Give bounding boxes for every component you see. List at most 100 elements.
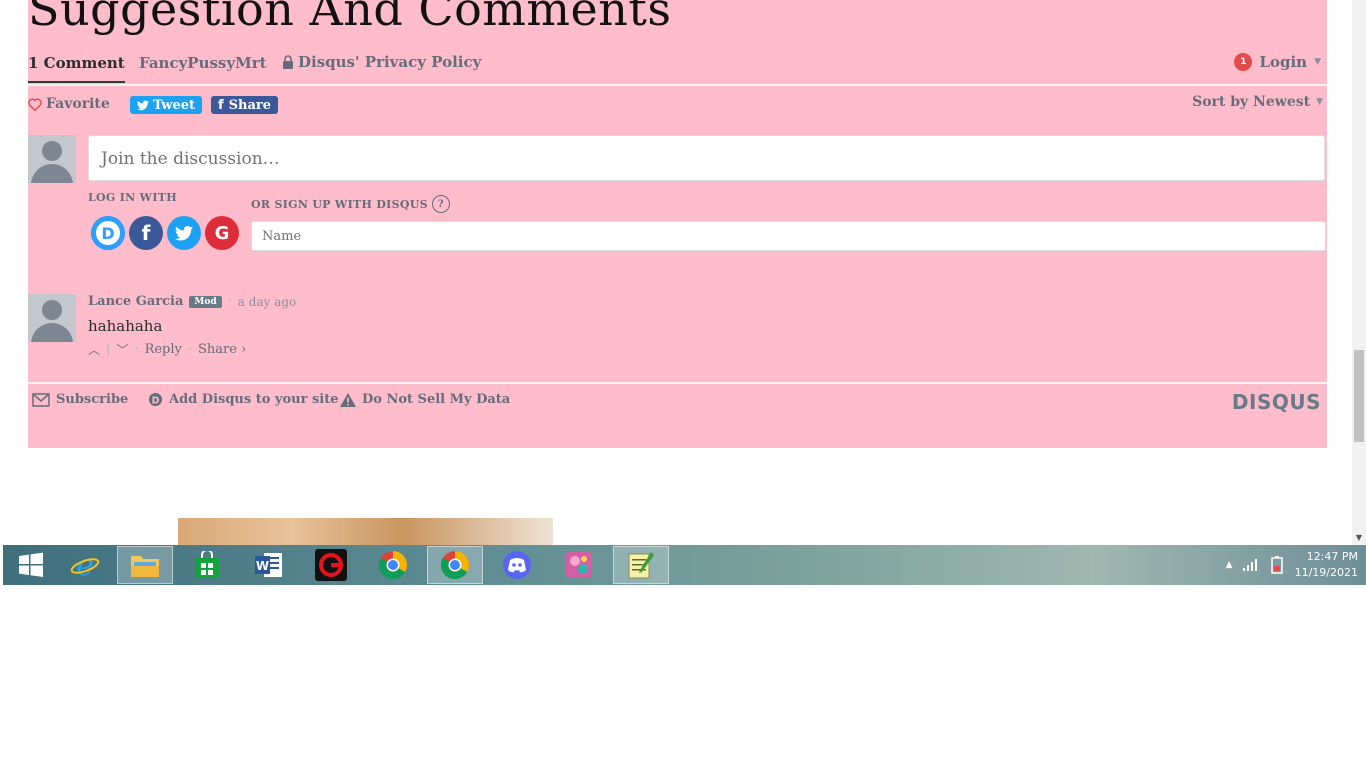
scroll-down-arrow-icon[interactable]: ▼	[1352, 530, 1366, 544]
notepad-app-button[interactable]	[613, 546, 669, 584]
word-icon: W	[255, 553, 282, 577]
garena-button[interactable]	[303, 546, 359, 584]
comments-footer: Subscribe D Add Disqus to your site Do N…	[28, 382, 1327, 450]
windows-logo-icon	[19, 552, 43, 577]
warning-icon	[340, 392, 356, 407]
add-disqus-link[interactable]: D Add Disqus to your site	[148, 392, 339, 407]
action-row: Favorite Tweet f Share Sort by Newest ▼	[28, 94, 1327, 118]
lock-icon	[283, 55, 293, 69]
help-icon[interactable]: ?	[431, 195, 450, 213]
vertical-scrollbar[interactable]: ▼	[1352, 0, 1366, 545]
heart-icon	[28, 98, 42, 111]
store-button[interactable]	[179, 546, 235, 584]
signal-icon[interactable]	[1242, 559, 1259, 571]
paint-app-button[interactable]	[551, 546, 607, 584]
internet-explorer-icon: e	[70, 550, 100, 580]
clock-time: 12:47 PM	[1306, 550, 1358, 563]
folder-icon	[131, 556, 159, 577]
battery-icon[interactable]	[1269, 556, 1285, 574]
login-menu[interactable]: 1 Login ▼	[1234, 53, 1321, 71]
sort-dropdown[interactable]: Sort by Newest ▼	[1192, 94, 1323, 110]
name-field[interactable]: Name	[251, 221, 1326, 251]
facebook-f-icon: f	[218, 97, 224, 113]
reply-button[interactable]: Reply	[145, 342, 182, 357]
system-tray: ▲ 12:47 PM 11/19/2021	[1226, 545, 1358, 585]
separator: ·	[134, 342, 139, 357]
disqus-icon: D	[91, 216, 125, 250]
tweet-label: Tweet	[153, 97, 195, 113]
signup-label: OR SIGN UP WITH DISQUS ?	[251, 195, 450, 213]
add-disqus-label: Add Disqus to your site	[169, 392, 339, 407]
envelope-icon	[32, 392, 50, 407]
do-not-sell-label: Do Not Sell My Data	[362, 392, 511, 407]
svg-text:e: e	[76, 550, 94, 580]
windows-taskbar: e W ▲ 12:47 PM 11/19/2021	[3, 545, 1366, 585]
tray-expand-icon[interactable]: ▲	[1226, 560, 1233, 570]
dog-image	[178, 518, 553, 545]
mod-badge: Mod	[189, 295, 222, 308]
notepad-pen-icon	[628, 552, 654, 579]
discord-icon	[503, 551, 531, 579]
garena-icon	[315, 549, 347, 581]
twitter-icon	[175, 225, 193, 241]
comment-avatar[interactable]	[28, 294, 76, 342]
favorite-label: Favorite	[46, 96, 110, 112]
comment-time[interactable]: a day ago	[238, 295, 296, 309]
separator: ·	[227, 294, 232, 309]
chrome-icon	[440, 551, 469, 580]
facebook-share-button[interactable]: f Share	[211, 96, 279, 114]
user-avatar	[28, 135, 76, 183]
twitter-login-button[interactable]	[167, 216, 201, 250]
chrome-button[interactable]	[365, 546, 421, 584]
separator: ·	[187, 342, 193, 357]
sort-label: Sort by Newest	[1192, 94, 1311, 110]
word-button[interactable]: W	[241, 546, 297, 584]
comments-nav: 1 Comment FancyPussyMrt Disqus' Privacy …	[28, 48, 1327, 86]
disqus-logo[interactable]: DISQUS	[1232, 390, 1321, 414]
facebook-login-button[interactable]: f	[129, 216, 163, 250]
svg-text:D: D	[152, 395, 160, 406]
chrome-icon	[378, 551, 407, 580]
favorite-button[interactable]: Favorite	[28, 96, 110, 112]
svg-text:W: W	[256, 559, 269, 573]
page-title: Suggestion And Comments	[28, 0, 672, 36]
discord-button[interactable]	[489, 546, 545, 584]
downvote-icon[interactable]: ﹀	[116, 341, 128, 358]
share-label: Share	[228, 97, 272, 113]
comment-author[interactable]: Lance Garcia	[88, 294, 183, 309]
disqus-d-icon: D	[148, 392, 163, 406]
share-comment-button[interactable]: Share ›	[198, 342, 246, 357]
store-bag-icon	[195, 551, 219, 578]
tab-comments[interactable]: 1 Comment	[28, 54, 125, 83]
tab-community[interactable]: FancyPussyMrt	[139, 54, 267, 72]
file-explorer-button[interactable]	[117, 546, 173, 584]
subscribe-link[interactable]: Subscribe	[32, 392, 128, 407]
paint-palette-icon	[566, 552, 592, 578]
facebook-icon: f	[141, 221, 151, 245]
clock[interactable]: 12:47 PM 11/19/2021	[1295, 549, 1358, 581]
privacy-policy-link[interactable]: Disqus' Privacy Policy	[282, 53, 481, 71]
upvote-icon[interactable]: ︿	[88, 341, 100, 358]
vote-divider: |	[106, 342, 111, 357]
clock-date: 11/19/2021	[1294, 566, 1358, 579]
start-button[interactable]	[3, 546, 59, 584]
browser-page: Suggestion And Comments 1 Comment FancyP…	[0, 0, 1366, 545]
comment-header: Lance Garcia Mod · a day ago	[88, 294, 296, 309]
notification-badge[interactable]: 1	[1234, 53, 1253, 71]
svg-text:D: D	[101, 224, 114, 243]
privacy-policy-label: Disqus' Privacy Policy	[298, 53, 482, 71]
login-with-label: LOG IN WITH	[88, 191, 177, 204]
google-icon: G	[214, 222, 230, 244]
internet-explorer-button[interactable]: e	[57, 546, 113, 584]
tweet-button[interactable]: Tweet	[130, 96, 202, 114]
subscribe-label: Subscribe	[56, 392, 129, 407]
disqus-login-button[interactable]: D	[91, 216, 125, 250]
google-login-button[interactable]: G	[205, 216, 239, 250]
signup-text: OR SIGN UP WITH DISQUS	[251, 197, 428, 211]
do-not-sell-link[interactable]: Do Not Sell My Data	[340, 392, 510, 407]
comment-input[interactable]: Join the discussion…	[88, 135, 1325, 181]
chrome-active-button[interactable]	[427, 546, 483, 584]
scrollbar-thumb[interactable]	[1354, 350, 1364, 442]
comment-text: hahahaha	[88, 317, 163, 335]
chevron-down-icon: ▼	[1316, 97, 1323, 107]
